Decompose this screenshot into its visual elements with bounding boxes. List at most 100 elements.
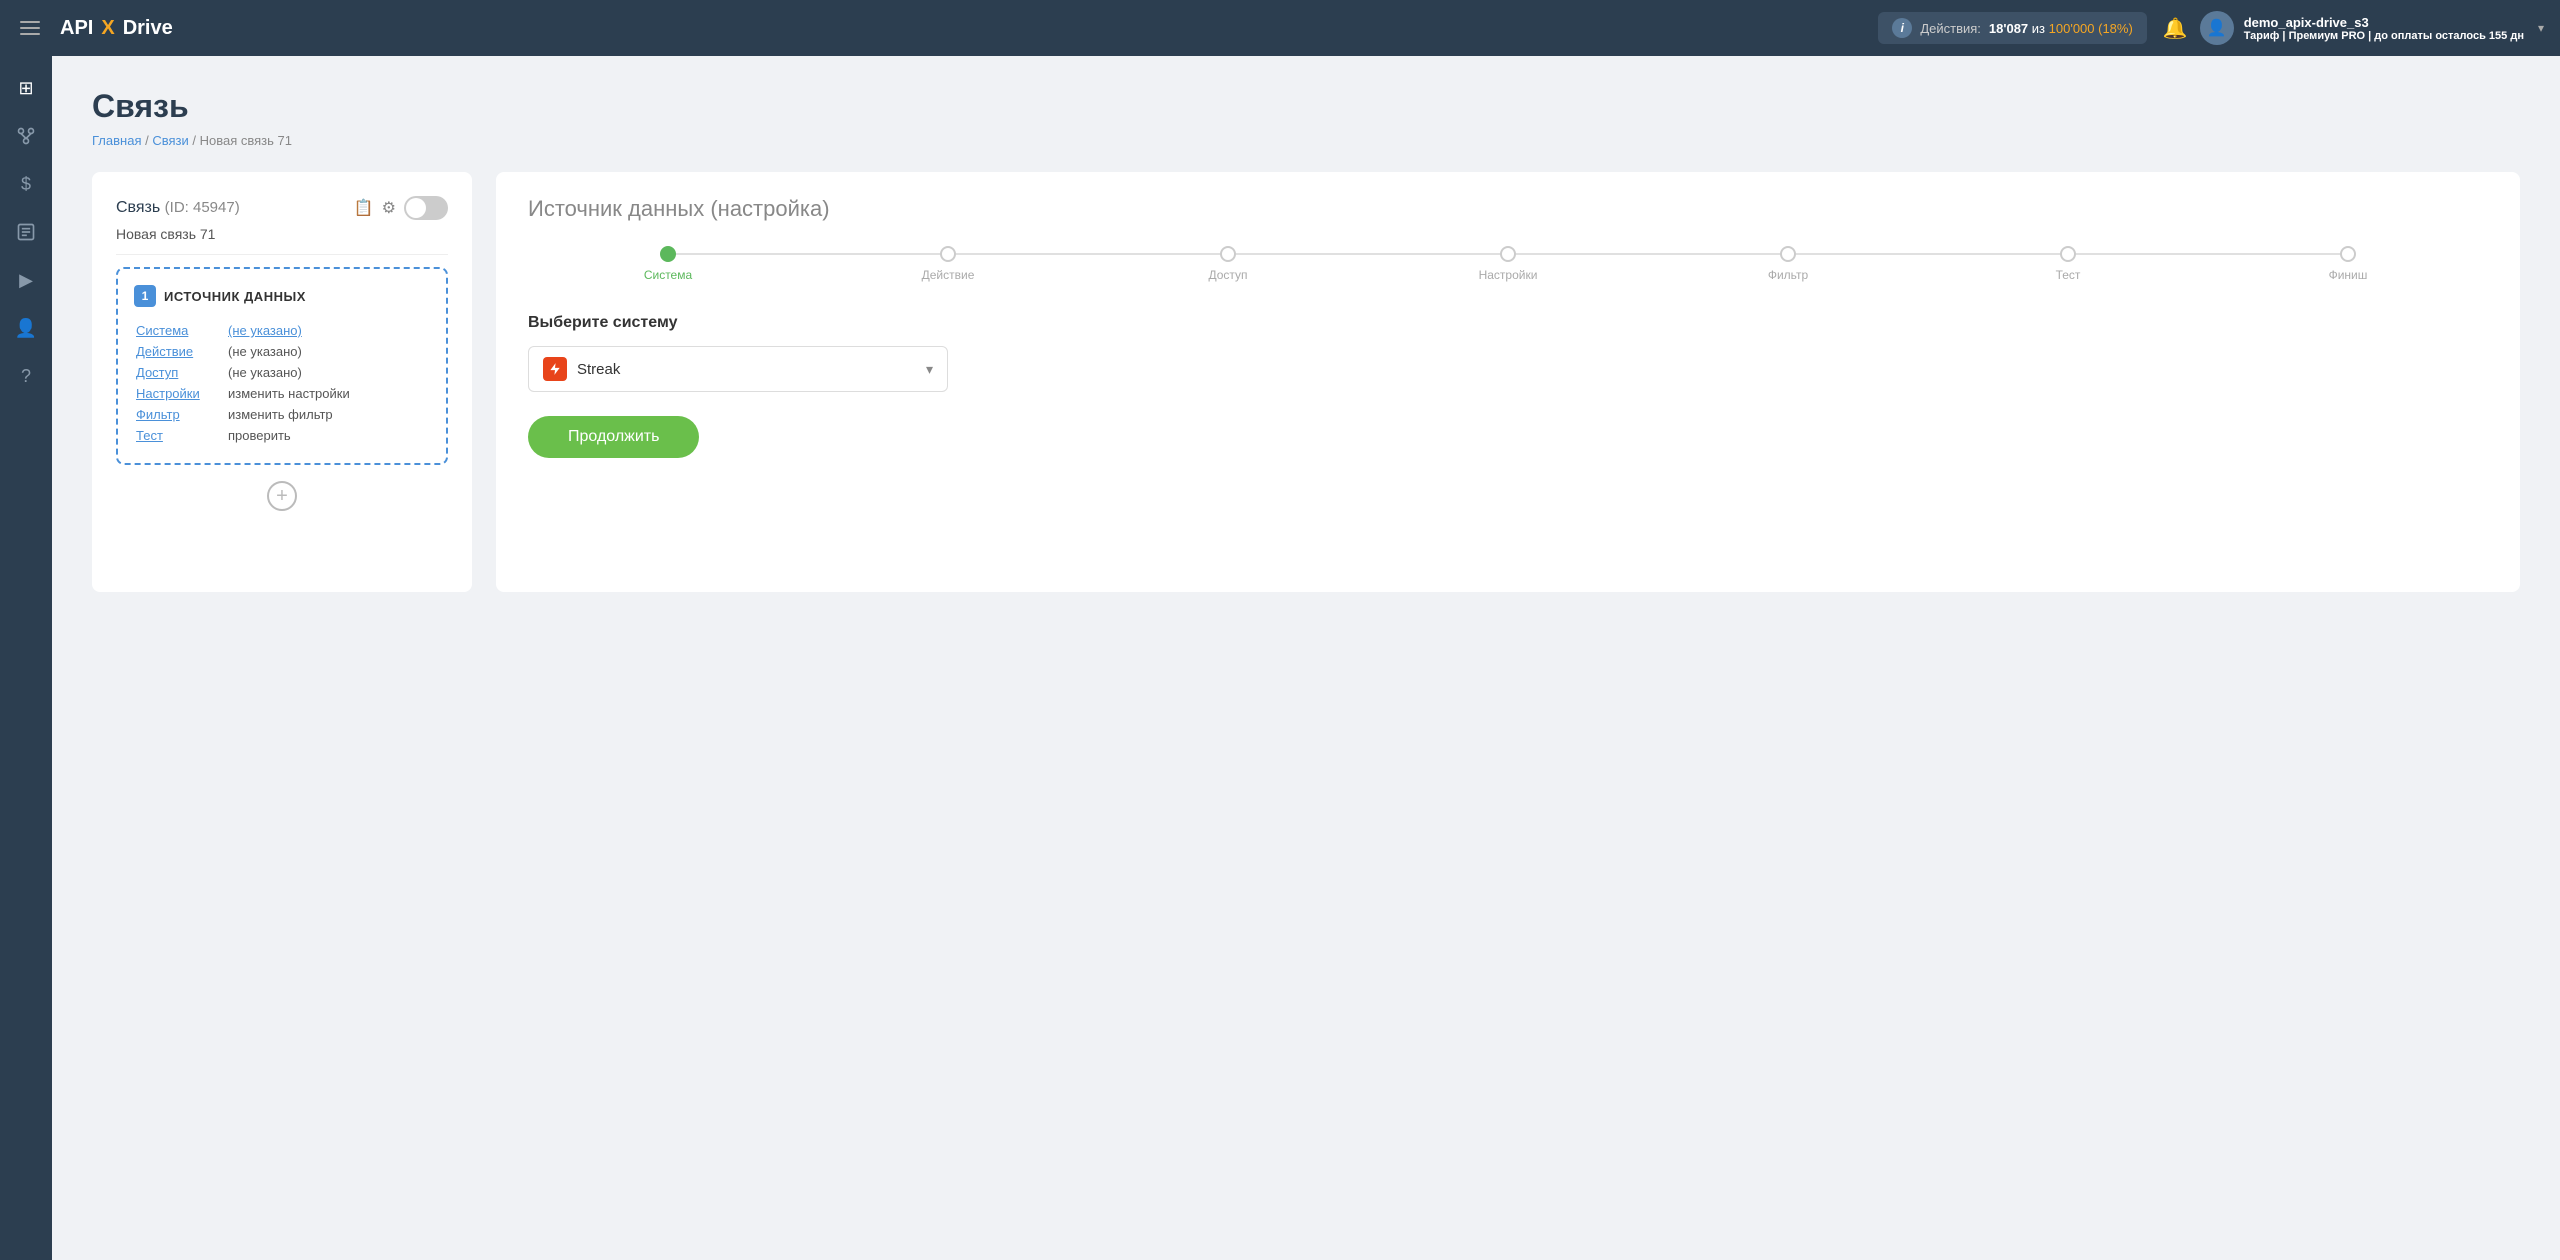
step-circle-test: [2060, 246, 2076, 262]
step-finish: Финиш: [2208, 246, 2488, 282]
step-filtr: Фильтр: [1648, 246, 1928, 282]
right-card-title: Источник данных (настройка): [528, 196, 2488, 222]
row-value-dostup: (не указано): [228, 363, 428, 382]
hamburger-icon[interactable]: [16, 17, 44, 39]
breadcrumb-home[interactable]: Главная: [92, 133, 141, 148]
settings-icon[interactable]: ⚙: [382, 198, 396, 218]
step-label-dostup: Доступ: [1208, 268, 1247, 282]
row-value-nastroyki: изменить настройки: [228, 384, 428, 403]
sidebar-item-profile[interactable]: 👤: [6, 308, 46, 348]
sidebar-item-connections[interactable]: [6, 116, 46, 156]
bell-icon[interactable]: 🔔: [2163, 16, 2188, 41]
sidebar-item-help[interactable]: ?: [6, 356, 46, 396]
actions-count: 18'087 из 100'000 (18%): [1989, 21, 2133, 36]
step-circle-deystvie: [940, 246, 956, 262]
breadcrumb-separator: /: [192, 133, 199, 148]
right-card: Источник данных (настройка) Система Дейс…: [496, 172, 2520, 592]
logo-drive: Drive: [123, 17, 173, 40]
connection-name: Новая связь 71: [116, 226, 448, 255]
sidebar-item-video[interactable]: ▶: [6, 260, 46, 300]
step-line-3: [1228, 253, 1508, 255]
main-layout: ⊞ $ ▶ 👤 ? Связь Главная / Связи /: [0, 56, 2560, 1260]
row-key-dostup[interactable]: Доступ: [136, 363, 226, 382]
header: API X Drive i Действия: 18'087 из 100'000 …: [0, 0, 2560, 56]
sidebar-item-tasks[interactable]: [6, 212, 46, 252]
row-key-test[interactable]: Тест: [136, 426, 226, 445]
step-line-1: [668, 253, 948, 255]
row-value-filtr: изменить фильтр: [228, 405, 428, 424]
add-button-container: +: [116, 481, 448, 511]
table-row: Настройки изменить настройки: [136, 384, 428, 403]
user-info: demo_apix-drive_s3 Тариф | Премиум PRO |…: [2244, 15, 2524, 42]
step-circle-sistema: [660, 246, 676, 262]
breadcrumb: Главная / Связи / Новая связь 71: [92, 133, 2520, 148]
logo: API X Drive: [60, 17, 173, 40]
row-value-sistema[interactable]: (не указано): [228, 321, 428, 340]
card-id: (ID: 45947): [165, 199, 240, 216]
user-plan: Тариф | Премиум PRO | до оплаты осталось…: [2244, 30, 2524, 42]
table-row: Тест проверить: [136, 426, 428, 445]
user-avatar: 👤: [2200, 11, 2234, 45]
actions-label: Действия:: [1920, 21, 1981, 36]
step-circle-dostup: [1220, 246, 1236, 262]
row-key-sistema[interactable]: Система: [136, 321, 226, 340]
continue-button[interactable]: Продолжить: [528, 416, 699, 458]
step-test: Тест: [1928, 246, 2208, 282]
sidebar: ⊞ $ ▶ 👤 ?: [0, 56, 52, 1260]
toggle-switch[interactable]: [404, 196, 448, 220]
step-line-6: [2068, 253, 2348, 255]
step-circle-finish: [2340, 246, 2356, 262]
source-table: Система (не указано) Действие (не указан…: [134, 319, 430, 447]
source-box: 1 ИСТОЧНИК ДАННЫХ Система (не указано) Д…: [116, 267, 448, 465]
copy-icon[interactable]: 📋: [354, 198, 374, 218]
actions-box: i Действия: 18'087 из 100'000 (18%): [1878, 12, 2146, 44]
logo-api: API: [60, 17, 93, 40]
step-label-deystvie: Действие: [922, 268, 975, 282]
left-card: Связь (ID: 45947) 📋 ⚙ Новая связь 71 1 И…: [92, 172, 472, 592]
card-icons: 📋 ⚙: [354, 196, 448, 220]
select-chevron-icon: ▾: [926, 361, 933, 378]
step-label-test: Тест: [2056, 268, 2081, 282]
system-select-dropdown[interactable]: Streak ▾: [528, 346, 948, 392]
step-deystvie: Действие: [808, 246, 1088, 282]
sidebar-item-billing[interactable]: $: [6, 164, 46, 204]
select-system-label: Выберите систему: [528, 314, 2488, 332]
page-content: Связь Главная / Связи / Новая связь 71 С…: [52, 56, 2560, 1260]
row-key-deystvie[interactable]: Действие: [136, 342, 226, 361]
table-row: Система (не указано): [136, 321, 428, 340]
row-key-filtr[interactable]: Фильтр: [136, 405, 226, 424]
source-label: ИСТОЧНИК ДАННЫХ: [164, 289, 306, 304]
step-line-5: [1788, 253, 2068, 255]
step-label-sistema: Система: [644, 268, 692, 282]
step-line-2: [948, 253, 1228, 255]
step-nastroyki: Настройки: [1368, 246, 1648, 282]
source-number: 1: [134, 285, 156, 307]
table-row: Действие (не указано): [136, 342, 428, 361]
breadcrumb-connections[interactable]: Связи: [152, 133, 188, 148]
page-title: Связь: [92, 88, 2520, 125]
add-connection-button[interactable]: +: [267, 481, 297, 511]
step-circle-nastroyki: [1500, 246, 1516, 262]
logo-x: X: [101, 17, 114, 40]
system-select-text: Streak: [577, 361, 620, 378]
steps-row: Система Действие Доступ: [528, 246, 2488, 282]
row-value-deystvie: (не указано): [228, 342, 428, 361]
row-value-test: проверить: [228, 426, 428, 445]
card-title: Связь (ID: 45947): [116, 199, 240, 217]
streak-icon: [543, 357, 567, 381]
user-section: 👤 demo_apix-drive_s3 Тариф | Премиум PRO…: [2200, 11, 2544, 45]
chevron-down-icon[interactable]: ▾: [2538, 21, 2544, 35]
row-key-nastroyki[interactable]: Настройки: [136, 384, 226, 403]
sidebar-item-home[interactable]: ⊞: [6, 68, 46, 108]
user-name: demo_apix-drive_s3: [2244, 15, 2524, 30]
card-header: Связь (ID: 45947) 📋 ⚙: [116, 196, 448, 220]
breadcrumb-current: Новая связь 71: [200, 133, 292, 148]
step-label-filtr: Фильтр: [1768, 268, 1808, 282]
table-row: Доступ (не указано): [136, 363, 428, 382]
step-label-nastroyki: Настройки: [1479, 268, 1538, 282]
step-label-finish: Финиш: [2329, 268, 2368, 282]
source-box-header: 1 ИСТОЧНИК ДАННЫХ: [134, 285, 430, 307]
step-sistema: Система: [528, 246, 808, 282]
table-row: Фильтр изменить фильтр: [136, 405, 428, 424]
step-line-4: [1508, 253, 1788, 255]
